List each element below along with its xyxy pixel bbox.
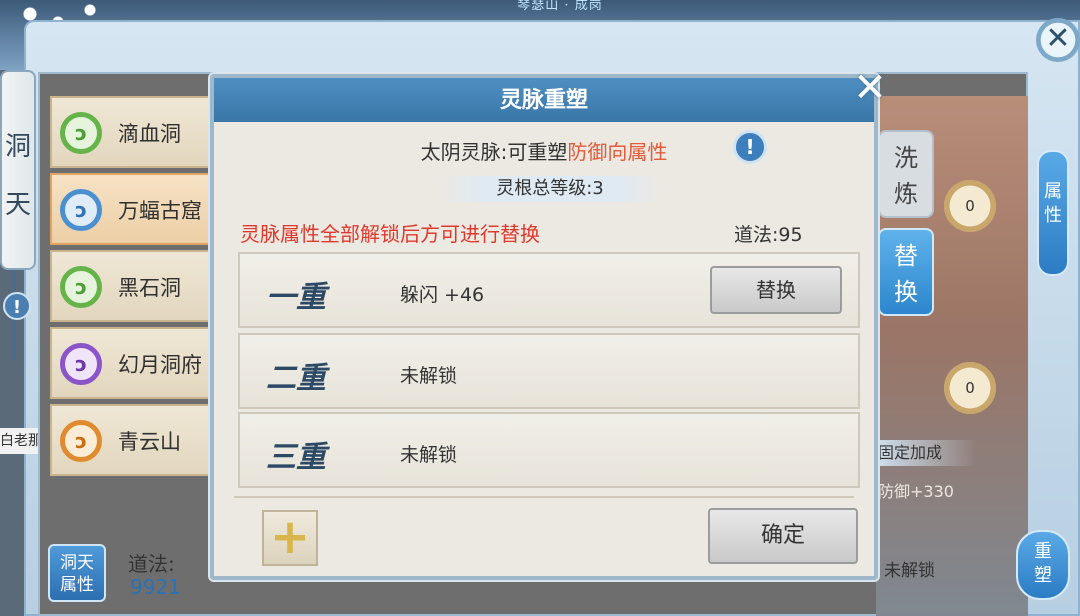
cave-heaven-banner: 洞 天: [0, 70, 36, 270]
vein-reshape-dialog: 灵脉重塑 ✕ 太阴灵脉:可重塑防御向属性 ! 灵根总等级:3 灵脉属性全部解锁后…: [210, 68, 887, 580]
close-icon[interactable]: ✕: [1036, 18, 1080, 62]
button-line: 替: [894, 242, 918, 270]
fixed-bonus-label: 固定加成: [876, 440, 976, 466]
cave-orb-icon: ↄ: [60, 189, 102, 231]
cave-item-wanfu[interactable]: ↄ 万蝠古窟: [50, 173, 220, 245]
cave-orb-icon: ↄ: [60, 420, 102, 462]
button-line: 炼: [894, 180, 918, 208]
banner-char: 洞: [4, 132, 31, 162]
banner-char: 天: [4, 190, 31, 220]
value-badge: 0: [944, 180, 996, 232]
reshape-button[interactable]: 重 塑: [1016, 530, 1070, 600]
vein-description: 太阴灵脉:可重塑防御向属性: [214, 136, 874, 165]
button-line: 洞天: [60, 553, 94, 573]
button-line: 重: [1034, 541, 1052, 562]
attribute-tab-button[interactable]: 属 性: [1037, 150, 1069, 276]
tier-name: 三重: [266, 440, 326, 475]
confirm-button[interactable]: 确定: [708, 508, 858, 564]
value-badge: 0: [944, 362, 996, 414]
info-icon[interactable]: !: [733, 130, 767, 164]
vein-accent: 防御向属性: [567, 140, 668, 164]
tier-value: 躲闪 +46: [400, 284, 485, 306]
dao-points: 道法:95: [734, 224, 803, 246]
button-line: 洗: [894, 144, 918, 172]
dao-value: 9921: [130, 575, 181, 599]
defense-bonus: 防御+330: [878, 482, 954, 501]
cave-orb-icon: ↄ: [60, 112, 102, 154]
replace-button[interactable]: 替换: [710, 266, 842, 314]
dao-label: 道法:: [128, 552, 175, 576]
tier-row-3: 三重 未解锁: [238, 412, 860, 488]
tier-name: 二重: [266, 361, 326, 396]
total-level-banner: 灵根总等级:3: [438, 176, 662, 202]
button-line: 换: [894, 278, 918, 306]
cave-list: ↄ 滴血洞 ↄ 万蝠古窟 ↄ 黑石洞 ↄ 幻月洞府 ↄ 青云山: [50, 96, 220, 481]
scene-title: 琴瑟山 · 成岗: [517, 0, 603, 13]
dialog-title: 灵脉重塑: [499, 87, 588, 113]
unlock-warning: 灵脉属性全部解锁后方可进行替换: [240, 222, 540, 246]
button-line: 塑: [1034, 565, 1052, 586]
cave-orb-icon: ↄ: [60, 343, 102, 385]
button-line: 属性: [60, 575, 94, 595]
tier-row-1: 一重 躲闪 +46 替换: [238, 252, 860, 328]
locked-text: 未解锁: [884, 561, 935, 581]
button-line: 属: [1044, 181, 1062, 202]
cave-item-qingyun[interactable]: ↄ 青云山: [50, 404, 220, 476]
cave-item-huanyue[interactable]: ↄ 幻月洞府: [50, 327, 220, 399]
tier-value: 未解锁: [400, 444, 458, 466]
exclamation-icon[interactable]: !: [3, 292, 31, 320]
replace-side-button[interactable]: 替 换: [878, 228, 934, 316]
tier-name: 一重: [266, 280, 326, 315]
vein-prefix: 太阴灵脉:可重塑: [420, 140, 568, 164]
button-line: 性: [1044, 205, 1062, 226]
npc-name-tag: 白老那: [0, 428, 38, 454]
tier-row-2: 二重 未解锁: [238, 333, 860, 409]
add-button[interactable]: +: [262, 510, 318, 566]
cave-orb-icon: ↄ: [60, 266, 102, 308]
cave-item-dixue[interactable]: ↄ 滴血洞: [50, 96, 220, 168]
dialog-header: 灵脉重塑: [214, 78, 874, 122]
divider: [234, 496, 854, 498]
close-icon[interactable]: ✕: [850, 68, 890, 108]
cave-attribute-button[interactable]: 洞天 属性: [48, 544, 106, 602]
tier-value: 未解锁: [400, 365, 458, 387]
cave-item-heishi[interactable]: ↄ 黑石洞: [50, 250, 220, 322]
wash-button[interactable]: 洗 炼: [878, 130, 934, 218]
